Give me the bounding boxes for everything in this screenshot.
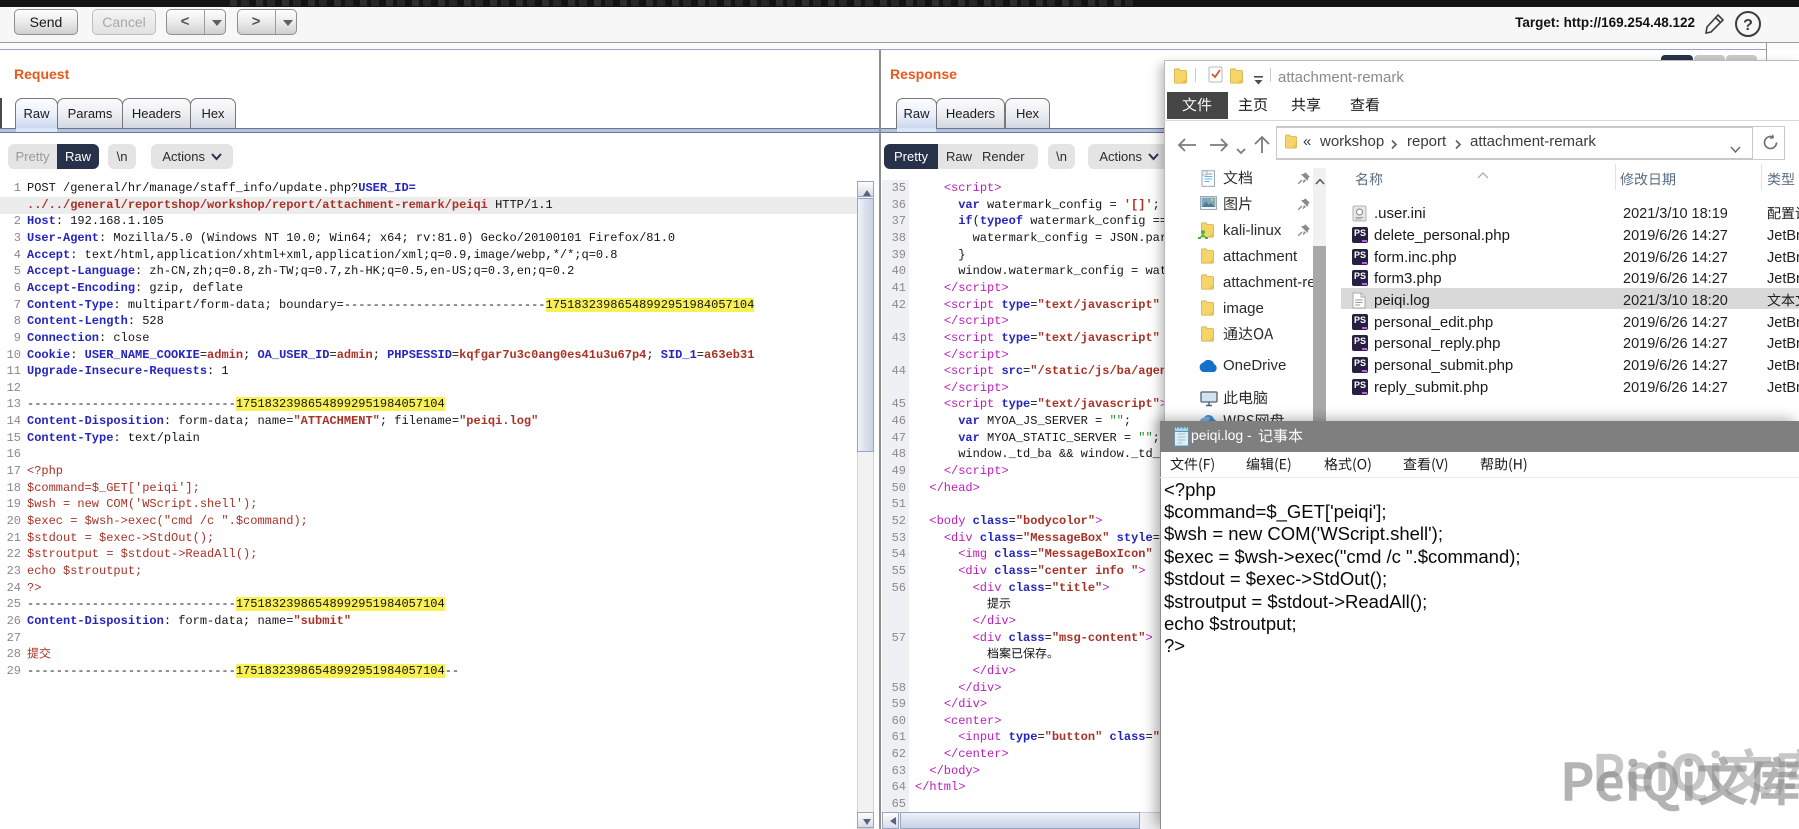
svg-text:?: ? (1743, 17, 1753, 34)
